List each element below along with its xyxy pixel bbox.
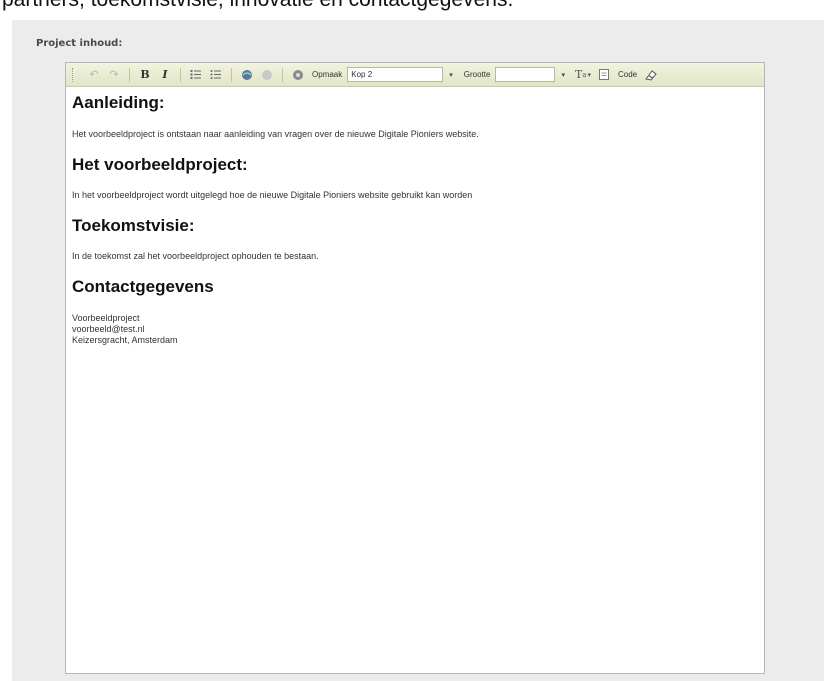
rich-text-editor[interactable]: ↶ ↷ B I Opmaak Kop 2 ▾ Grootte ▾ T a ▾ C… bbox=[65, 62, 765, 674]
contact-line: Voorbeeldproject bbox=[72, 313, 140, 323]
contact-line: voorbeeld@test.nl bbox=[72, 324, 145, 334]
toolbar-grip[interactable] bbox=[72, 67, 77, 82]
toolbar-separator bbox=[129, 67, 130, 82]
field-label-project-inhoud: Project inhoud: bbox=[36, 38, 123, 49]
eraser-icon[interactable] bbox=[642, 67, 660, 83]
link-icon[interactable] bbox=[238, 67, 256, 83]
ordered-list-icon[interactable] bbox=[187, 67, 205, 83]
size-label: Grootte bbox=[463, 70, 491, 79]
chevron-down-icon[interactable]: ▾ bbox=[561, 71, 565, 79]
content-heading: Toekomstvisie: bbox=[72, 216, 195, 235]
chevron-down-icon[interactable]: ▾ bbox=[449, 71, 453, 79]
unordered-list-icon[interactable] bbox=[207, 67, 225, 83]
contact-line: Keizersgracht, Amsterdam bbox=[72, 335, 178, 345]
undo-icon[interactable]: ↶ bbox=[85, 67, 103, 83]
toolbar-separator bbox=[282, 67, 283, 82]
image-icon[interactable] bbox=[289, 67, 307, 83]
toolbar-separator bbox=[231, 67, 232, 82]
toolbar-separator bbox=[180, 67, 181, 82]
unlink-icon[interactable] bbox=[258, 67, 276, 83]
content-heading: Aanleiding: bbox=[72, 93, 165, 112]
intro-text: partners, toekomstvisie, innovatie en co… bbox=[2, 0, 822, 12]
text-color-icon[interactable]: Ta ▾ bbox=[573, 67, 593, 83]
format-label: Opmaak bbox=[312, 70, 343, 79]
content-paragraph: Het voorbeeldproject is ontstaan naar aa… bbox=[72, 129, 479, 139]
format-select[interactable]: Kop 2 bbox=[347, 67, 444, 82]
source-code-icon[interactable] bbox=[595, 67, 613, 83]
redo-icon[interactable]: ↷ bbox=[105, 67, 123, 83]
content-heading: Contactgegevens bbox=[72, 277, 214, 296]
form-panel: Project inhoud: ↶ ↷ B I Opmaak Kop 2 ▾ G… bbox=[12, 20, 824, 681]
size-select[interactable] bbox=[495, 67, 556, 82]
italic-button[interactable]: I bbox=[156, 67, 174, 83]
code-button[interactable]: Code bbox=[618, 70, 637, 79]
content-paragraph: In het voorbeeldproject wordt uitgelegd … bbox=[72, 190, 473, 200]
bold-button[interactable]: B bbox=[136, 67, 154, 83]
content-heading: Het voorbeeldproject: bbox=[72, 155, 248, 174]
editor-content[interactable]: Aanleiding: Het voorbeeldproject is onts… bbox=[72, 93, 752, 346]
editor-toolbar: ↶ ↷ B I Opmaak Kop 2 ▾ Grootte ▾ T a ▾ C… bbox=[66, 63, 764, 87]
content-paragraph: In de toekomst zal het voorbeeldproject … bbox=[72, 251, 319, 261]
